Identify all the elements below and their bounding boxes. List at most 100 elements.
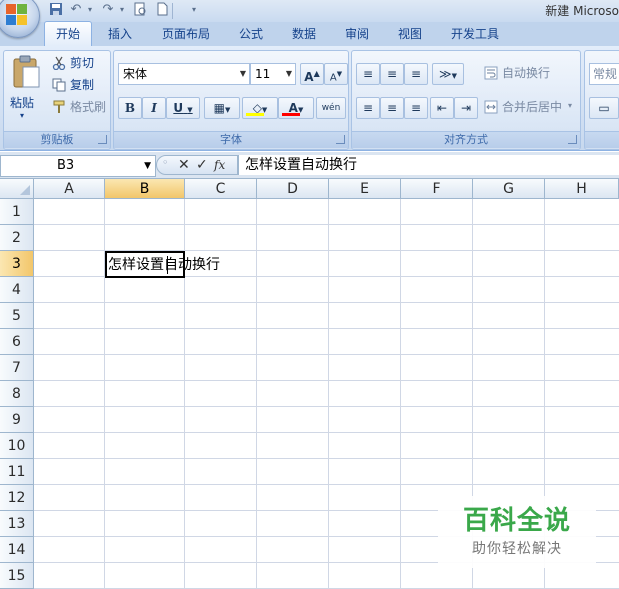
redo-dropdown-icon[interactable]: ▾ xyxy=(114,2,130,18)
align-middle-button[interactable]: ≡ xyxy=(380,63,404,85)
row-header-15[interactable]: 15 xyxy=(0,563,34,589)
wrap-text-icon xyxy=(484,66,498,80)
row-gridline xyxy=(34,302,619,303)
tab-developer[interactable]: 开发工具 xyxy=(443,22,507,46)
tab-insert[interactable]: 插入 xyxy=(100,22,140,46)
align-left-icon: ≡ xyxy=(362,101,374,115)
format-painter-button[interactable]: 格式刷 xyxy=(70,97,106,117)
wrap-text-button[interactable]: 自动换行 xyxy=(502,63,550,83)
cancel-entry-icon[interactable]: ✕ xyxy=(178,155,190,175)
merge-center-button[interactable]: 合并后居中 xyxy=(502,97,562,117)
column-header-g[interactable]: G xyxy=(473,179,545,199)
italic-button[interactable]: I xyxy=(142,97,166,119)
row-header-7[interactable]: 7 xyxy=(0,355,34,381)
copy-icon xyxy=(52,78,66,92)
customize-qat-icon[interactable]: ▾ xyxy=(186,2,202,18)
tab-home[interactable]: 开始 xyxy=(44,21,92,46)
alignment-launcher-icon[interactable] xyxy=(568,135,577,144)
alignment-group: ≡ ≡ ≡ ≫▼ ≡ ≡ ≡ ⇤ ⇥ 自动换行 合并后居中 ▾ 对齐方式 xyxy=(351,50,581,150)
fill-color-button[interactable]: ◇▼ xyxy=(242,97,278,119)
column-header-e[interactable]: E xyxy=(329,179,401,199)
row-header-6[interactable]: 6 xyxy=(0,329,34,355)
paste-button[interactable]: 粘贴 xyxy=(10,93,34,113)
align-center-icon: ≡ xyxy=(386,101,398,115)
confirm-entry-icon[interactable]: ✓ xyxy=(196,155,208,175)
column-header-f[interactable]: F xyxy=(401,179,473,199)
qat-separator xyxy=(172,3,173,19)
row-header-13[interactable]: 13 xyxy=(0,511,34,537)
font-group: 宋体 ▼ 11 ▼ A▲ A▼ B I U ▼ ▦▼ ◇▼ A▼ wén 字体 xyxy=(113,50,349,150)
formula-input[interactable]: 怎样设置自动换行 xyxy=(238,155,619,175)
row-gridline xyxy=(34,354,619,355)
cut-button[interactable]: 剪切 xyxy=(70,53,94,73)
row-header-4[interactable]: 4 xyxy=(0,277,34,303)
row-header-1[interactable]: 1 xyxy=(0,199,34,225)
phonetic-button[interactable]: wén xyxy=(316,97,346,119)
column-header-h[interactable]: H xyxy=(545,179,619,199)
font-size-combo[interactable]: 11 ▼ xyxy=(250,63,296,85)
tab-page-layout[interactable]: 页面布局 xyxy=(152,22,220,46)
number-group: 常规 ▭ xyxy=(584,50,619,150)
column-header-c[interactable]: C xyxy=(185,179,257,199)
accounting-format-icon: ▭ xyxy=(598,101,610,115)
row-header-8[interactable]: 8 xyxy=(0,381,34,407)
name-box-value: B3 xyxy=(57,158,75,173)
orientation-button[interactable]: ≫▼ xyxy=(432,63,464,85)
insert-function-icon[interactable]: fx xyxy=(214,155,225,175)
shrink-font-button[interactable]: A▼ xyxy=(324,63,348,85)
font-launcher-icon[interactable] xyxy=(336,135,345,144)
row-header-11[interactable]: 11 xyxy=(0,459,34,485)
office-logo-icon xyxy=(5,3,29,27)
tab-data[interactable]: 数据 xyxy=(283,22,325,46)
decrease-indent-button[interactable]: ⇤ xyxy=(430,97,454,119)
row-header-10[interactable]: 10 xyxy=(0,433,34,459)
save-icon[interactable] xyxy=(48,2,64,18)
font-color-swatch xyxy=(282,113,300,116)
increase-indent-icon: ⇥ xyxy=(460,101,472,115)
paste-dropdown-icon[interactable]: ▾ xyxy=(20,111,24,120)
tab-formulas[interactable]: 公式 xyxy=(230,22,272,46)
undo-dropdown-icon[interactable]: ▾ xyxy=(82,2,98,18)
row-header-9[interactable]: 9 xyxy=(0,407,34,433)
underline-button[interactable]: U ▼ xyxy=(166,97,200,119)
clipboard-launcher-icon[interactable] xyxy=(98,135,107,144)
align-right-icon: ≡ xyxy=(410,101,422,115)
align-bottom-icon: ≡ xyxy=(410,67,422,81)
column-header-b[interactable]: B xyxy=(105,179,185,199)
increase-indent-button[interactable]: ⇥ xyxy=(454,97,478,119)
align-bottom-button[interactable]: ≡ xyxy=(404,63,428,85)
row-header-12[interactable]: 12 xyxy=(0,485,34,511)
select-all-corner[interactable] xyxy=(0,179,34,199)
font-name-dropdown-icon[interactable]: ▼ xyxy=(240,64,246,84)
new-document-icon[interactable] xyxy=(154,2,170,18)
column-header-d[interactable]: D xyxy=(257,179,329,199)
font-color-button[interactable]: A▼ xyxy=(278,97,314,119)
cell-b3-content: 怎样设置自动换行 xyxy=(108,257,220,273)
column-header-a[interactable]: A xyxy=(34,179,105,199)
row-header-14[interactable]: 14 xyxy=(0,537,34,563)
print-preview-icon[interactable] xyxy=(132,2,148,18)
bold-button[interactable]: B xyxy=(118,97,142,119)
font-name-combo[interactable]: 宋体 ▼ xyxy=(118,63,250,85)
row-header-5[interactable]: 5 xyxy=(0,303,34,329)
tab-review[interactable]: 审阅 xyxy=(336,22,378,46)
number-format-combo[interactable]: 常规 xyxy=(589,63,619,85)
shrink-font-label: A xyxy=(329,72,337,84)
borders-button[interactable]: ▦▼ xyxy=(204,97,240,119)
row-header-2[interactable]: 2 xyxy=(0,225,34,251)
row-header-3[interactable]: 3 xyxy=(0,251,34,277)
number-format-value: 常规 xyxy=(593,67,618,81)
tab-view[interactable]: 视图 xyxy=(389,22,431,46)
name-box[interactable]: B3 ▼ xyxy=(0,155,156,177)
align-left-button[interactable]: ≡ xyxy=(356,97,380,119)
accounting-format-button[interactable]: ▭ xyxy=(589,97,619,119)
align-right-button[interactable]: ≡ xyxy=(404,97,428,119)
align-top-button[interactable]: ≡ xyxy=(356,63,380,85)
copy-button[interactable]: 复制 xyxy=(70,75,94,95)
merge-center-dropdown-icon[interactable]: ▾ xyxy=(568,101,572,110)
row-gridline xyxy=(34,432,619,433)
font-size-dropdown-icon[interactable]: ▼ xyxy=(286,64,292,84)
name-box-dropdown-icon[interactable]: ▼ xyxy=(144,156,151,176)
grow-font-button[interactable]: A▲ xyxy=(300,63,324,85)
align-center-button[interactable]: ≡ xyxy=(380,97,404,119)
